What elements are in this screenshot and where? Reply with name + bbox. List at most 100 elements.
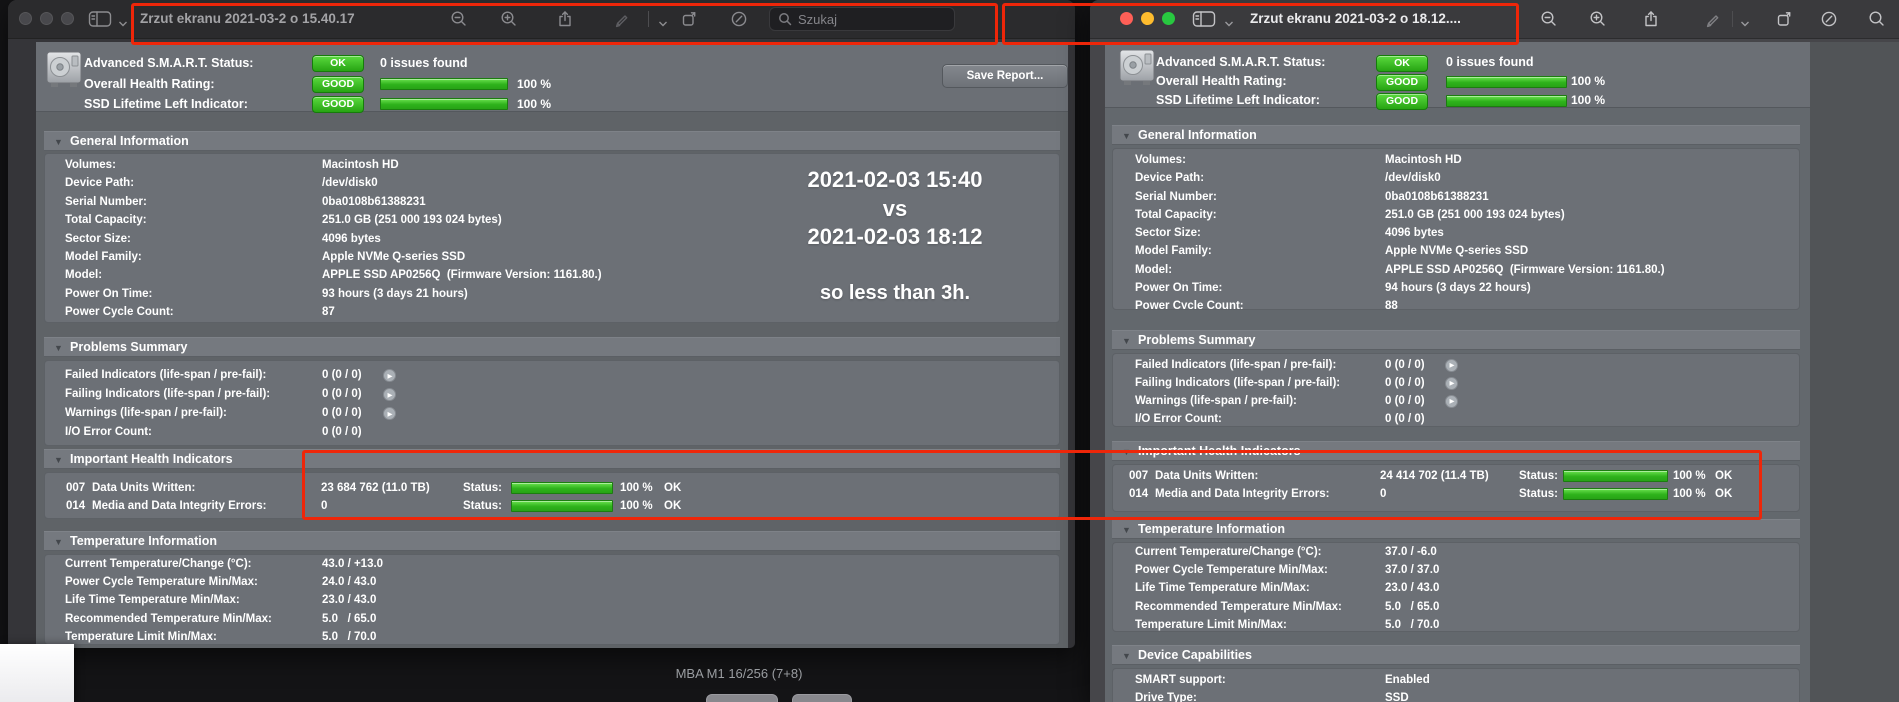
background-window-fragment <box>0 644 74 702</box>
annotation-rect-right-title <box>1002 3 1519 45</box>
maximize-button[interactable] <box>61 12 74 25</box>
health-progress-bar <box>1446 75 1567 88</box>
row-value: 43.0 / +13.0 <box>322 558 384 570</box>
row-value: APPLE SSD AP0256Q (Firmware Version: 116… <box>1385 263 1665 276</box>
zoom-in-icon[interactable] <box>1589 10 1607 28</box>
chevron-down-icon[interactable] <box>118 15 128 27</box>
problems-panel: Failed Indicators (life-span / pre-fail)… <box>44 360 1060 446</box>
status-badge: GOOD <box>312 96 364 114</box>
row-label: Failing Indicators (life-span / pre-fail… <box>1135 377 1341 389</box>
section-header-problems: ▼ Problems Summary <box>44 337 1060 357</box>
row-label: Serial Number: <box>65 195 147 208</box>
row-label: Life Time Temperature Min/Max: <box>65 594 240 607</box>
disclosure-triangle[interactable]: ▼ <box>54 339 63 357</box>
row-label: Warnings (life-span / pre-fail): <box>1135 395 1297 407</box>
row-value: Macintosh HD <box>1385 154 1462 166</box>
sidebar-icon[interactable] <box>88 10 112 28</box>
row-value: 0ba0108b61388231 <box>1385 190 1489 203</box>
row-value: Apple NVMe Q-series SSD <box>322 250 466 263</box>
row-label: Serial Number: <box>1135 190 1217 203</box>
row-label: Total Capacity: <box>1135 208 1217 221</box>
row-value: 0 (0 / 0) <box>322 369 362 381</box>
temperature-row: Power Cycle Temperature Min/Max: 37.0 / … <box>1113 561 1799 579</box>
disclosure-triangle[interactable]: ▼ <box>1122 127 1131 145</box>
disclosure-triangle[interactable]: ▼ <box>1122 521 1131 539</box>
chevron-down-icon[interactable] <box>1740 15 1750 27</box>
problem-row: Failing Indicators (life-span / pre-fail… <box>1113 374 1799 392</box>
attribute-id: 007 <box>66 482 86 494</box>
traffic-lights <box>19 12 74 25</box>
status-badge: OK <box>1376 54 1428 72</box>
detail-arrow-button[interactable] <box>1445 376 1458 390</box>
row-value: 251.0 GB (251 000 193 024 bytes) <box>322 214 502 227</box>
percent-value: 100 % <box>1571 93 1606 107</box>
row-value: 0 (0 / 0) <box>1385 395 1425 407</box>
row-value: 87 <box>322 306 335 319</box>
background-button[interactable] <box>706 694 778 702</box>
search-icon[interactable] <box>1868 10 1886 28</box>
disclosure-triangle[interactable]: ▼ <box>54 133 63 151</box>
row-value: Apple NVMe Q-series SSD <box>1385 245 1529 258</box>
row-value: 23.0 / 43.0 <box>322 594 377 607</box>
info-row: Sector Size: 4096 bytes <box>1113 224 1799 242</box>
close-button[interactable] <box>19 12 32 25</box>
detail-arrow-button[interactable] <box>383 369 396 382</box>
percent-value: 100 % <box>517 97 552 111</box>
row-label: Sector Size: <box>65 232 131 245</box>
smart-summary-row: Overall Health Rating: GOOD 100 % <box>1105 72 1810 91</box>
row-label: Power Cycle Temperature Min/Max: <box>65 576 258 589</box>
row-label: Failed Indicators (life-span / pre-fail)… <box>65 369 267 381</box>
row-label: Power Cycle Count: <box>65 306 174 319</box>
row-label: Sector Size: <box>1135 227 1201 240</box>
row-label: Data Units Written: <box>92 482 196 494</box>
highlighter-icon[interactable] <box>1820 10 1838 28</box>
preview-window-right: Zrzut ekranu 2021-03-2 o 18.12.... Advan… <box>1090 0 1899 702</box>
row-label: Drive Type: <box>1135 692 1197 702</box>
overlay-line: 2021-02-03 15:40 <box>807 167 983 192</box>
row-value: 0 (0 / 0) <box>1385 413 1425 425</box>
row-label: Device Path: <box>1135 172 1205 185</box>
row-label: Power Cycle Count: <box>1135 300 1244 310</box>
row-value: 0ba0108b61388231 <box>322 195 426 208</box>
problems-panel: Failed Indicators (life-span / pre-fail)… <box>1112 353 1800 427</box>
status-badge: GOOD <box>1376 73 1428 91</box>
detail-arrow-button[interactable] <box>383 407 396 420</box>
temperature-row: Current Temperature/Change (°C): 37.0 / … <box>1113 543 1799 561</box>
minimize-button[interactable] <box>40 12 53 25</box>
info-row: Volumes: Macintosh HD <box>1113 151 1799 169</box>
background-button[interactable] <box>792 694 852 702</box>
zoom-out-icon[interactable] <box>1540 10 1558 28</box>
rotate-icon[interactable] <box>1775 10 1793 28</box>
row-value: Enabled <box>1385 674 1430 686</box>
row-label: Life Time Temperature Min/Max: <box>1135 582 1310 595</box>
disclosure-triangle[interactable]: ▼ <box>1122 332 1131 350</box>
summary-label: SSD Lifetime Left Indicator: <box>84 97 248 111</box>
row-label: Volumes: <box>65 159 116 171</box>
capability-row: Drive Type: SSD <box>1113 689 1799 702</box>
temperature-row: Current Temperature/Change (°C): 43.0 / … <box>45 555 1059 573</box>
overlay-line: 2021-02-03 18:12 <box>807 224 983 249</box>
row-label: Power On Time: <box>65 287 153 300</box>
row-value: 5.0 / 70.0 <box>322 630 377 643</box>
annotation-rect-left-title <box>131 3 998 45</box>
row-label: Recommended Temperature Min/Max: <box>65 612 272 625</box>
row-value: /dev/disk0 <box>1385 172 1441 185</box>
temperature-row: Recommended Temperature Min/Max: 5.0 / 6… <box>45 610 1059 628</box>
row-label: Temperature Limit Min/Max: <box>65 630 217 643</box>
smart-summary-row: Overall Health Rating: GOOD 100 % <box>36 74 1068 95</box>
markup-pen-icon[interactable] <box>1704 10 1722 28</box>
disclosure-triangle[interactable]: ▼ <box>54 533 63 551</box>
info-row: Model: APPLE SSD AP0256Q (Firmware Versi… <box>1113 261 1799 279</box>
detail-arrow-button[interactable] <box>1445 358 1458 372</box>
share-icon[interactable] <box>1642 10 1660 28</box>
drivedx-screenshot-left: Save Report... Advanced S.M.A.R.T. Statu… <box>36 42 1068 648</box>
disclosure-triangle[interactable]: ▼ <box>1122 647 1131 665</box>
temperature-panel: Current Temperature/Change (°C): 43.0 / … <box>44 554 1060 645</box>
row-label: Failing Indicators (life-span / pre-fail… <box>65 388 271 400</box>
info-row: Power Cycle Count: 88 <box>1113 297 1799 310</box>
row-label: Warnings (life-span / pre-fail): <box>65 407 227 419</box>
detail-arrow-button[interactable] <box>1445 394 1458 408</box>
disclosure-triangle[interactable]: ▼ <box>54 451 63 469</box>
detail-arrow-button[interactable] <box>383 388 396 401</box>
capabilities-panel: SMART support: Enabled Drive Type: SSD <box>1112 668 1800 702</box>
